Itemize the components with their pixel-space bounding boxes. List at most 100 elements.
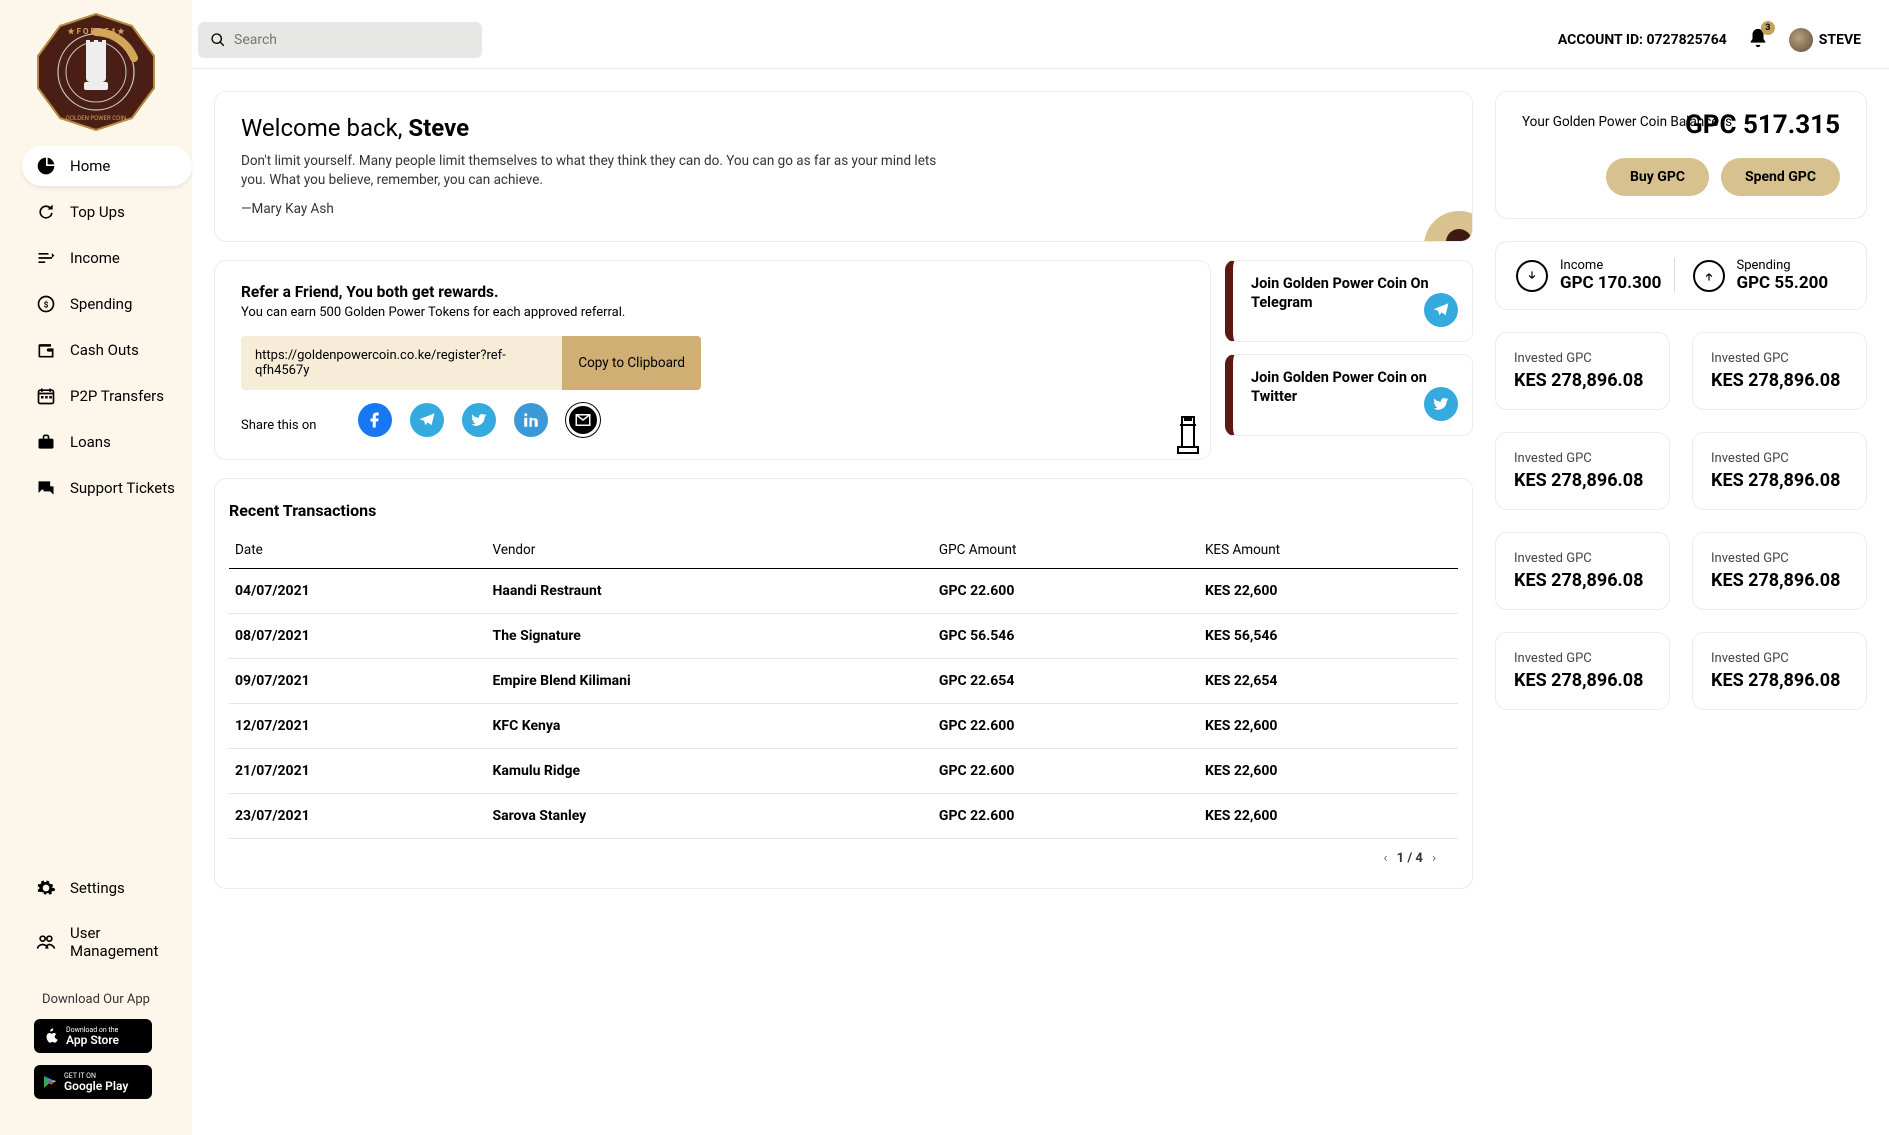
- invested-value: KES 278,896.08: [1514, 470, 1651, 491]
- pager-prev[interactable]: ‹: [1378, 851, 1394, 866]
- income-block: Income GPC 170.300: [1516, 258, 1675, 293]
- nav-support[interactable]: Support Tickets: [22, 468, 192, 508]
- pie-chart-icon: [36, 156, 56, 176]
- invested-label: Invested GPC: [1711, 651, 1848, 666]
- search-box[interactable]: [198, 22, 482, 58]
- table-row[interactable]: 21/07/2021Kamulu RidgeGPC 22.600KES 22,6…: [229, 748, 1458, 793]
- svg-text:$: $: [44, 299, 49, 310]
- referral-url[interactable]: https://goldenpowercoin.co.ke/register?r…: [241, 336, 562, 390]
- googleplay-button[interactable]: GET IT ON Google Play: [34, 1065, 152, 1099]
- twitter-icon: [1432, 395, 1450, 413]
- sort-icon: [36, 248, 56, 268]
- invested-value: KES 278,896.08: [1514, 670, 1651, 691]
- nav-loans[interactable]: Loans: [22, 422, 192, 462]
- download-app-label: Download Our App: [22, 992, 192, 1007]
- telegram-icon: [1432, 301, 1450, 319]
- logo-wrap: ★ F O R 2 5 4 ★ GOLDEN POWER COIN: [0, 6, 192, 146]
- invested-label: Invested GPC: [1514, 551, 1651, 566]
- invested-value: KES 278,896.08: [1711, 570, 1848, 591]
- user-menu[interactable]: STEVE: [1789, 28, 1861, 52]
- join-telegram-card[interactable]: Join Golden Power Coin On Telegram: [1225, 260, 1473, 342]
- share-twitter[interactable]: [462, 403, 496, 437]
- nav-home[interactable]: Home: [22, 146, 192, 186]
- copy-button[interactable]: Copy to Clipboard: [562, 336, 701, 390]
- share-email[interactable]: [566, 403, 600, 437]
- cell-gpc: GPC 22.600: [933, 748, 1199, 793]
- nav-label: Support Tickets: [70, 479, 175, 497]
- table-row[interactable]: 09/07/2021Empire Blend KilimaniGPC 22.65…: [229, 658, 1458, 703]
- refresh-icon: [36, 202, 56, 222]
- pager-next[interactable]: ›: [1426, 851, 1442, 866]
- join-twitter-card[interactable]: Join Golden Power Coin on Twitter: [1225, 354, 1473, 436]
- nav-p2p[interactable]: P2P Transfers: [22, 376, 192, 416]
- gear-icon: [36, 878, 56, 898]
- sidebar: ★ F O R 2 5 4 ★ GOLDEN POWER COIN Home T…: [0, 0, 192, 1135]
- table-row[interactable]: 23/07/2021Sarova StanleyGPC 22.600KES 22…: [229, 793, 1458, 838]
- cell-date: 09/07/2021: [229, 658, 487, 703]
- cell-kes: KES 56,546: [1199, 613, 1458, 658]
- notification-badge: 3: [1761, 21, 1775, 35]
- nav-settings[interactable]: Settings: [22, 868, 192, 908]
- welcome-author: —Mary Kay Ash: [241, 200, 941, 219]
- cell-kes: KES 22,600: [1199, 793, 1458, 838]
- invested-card[interactable]: Invested GPCKES 278,896.08: [1692, 532, 1867, 610]
- nav-label: Cash Outs: [70, 341, 139, 359]
- cell-vendor: Kamulu Ridge: [487, 748, 933, 793]
- cell-kes: KES 22,654: [1199, 658, 1458, 703]
- cell-gpc: GPC 22.600: [933, 703, 1199, 748]
- telegram-button[interactable]: [1424, 293, 1458, 327]
- brand-logo: ★ F O R 2 5 4 ★ GOLDEN POWER COIN: [36, 12, 156, 132]
- welcome-quote: Don't limit yourself. Many people limit …: [241, 152, 941, 190]
- chess-rook-icon: [1174, 411, 1202, 455]
- cell-kes: KES 22,600: [1199, 703, 1458, 748]
- share-facebook[interactable]: [358, 403, 392, 437]
- th-vendor: Vendor: [487, 532, 933, 569]
- main-nav: Home Top Ups Income $ Spending Cash Outs…: [0, 146, 192, 514]
- cell-vendor: Empire Blend Kilimani: [487, 658, 933, 703]
- notifications-button[interactable]: 3: [1747, 27, 1769, 53]
- table-row[interactable]: 04/07/2021Haandi RestrauntGPC 22.600KES …: [229, 568, 1458, 613]
- users-icon: [36, 932, 56, 952]
- cell-gpc: GPC 22.600: [933, 568, 1199, 613]
- table-row[interactable]: 08/07/2021The SignatureGPC 56.546KES 56,…: [229, 613, 1458, 658]
- search-input[interactable]: [234, 32, 470, 48]
- search-icon: [210, 32, 226, 48]
- share-linkedin[interactable]: [514, 403, 548, 437]
- invested-value: KES 278,896.08: [1711, 670, 1848, 691]
- invested-card[interactable]: Invested GPCKES 278,896.08: [1495, 432, 1670, 510]
- referral-link-row: https://goldenpowercoin.co.ke/register?r…: [241, 336, 701, 390]
- invested-grid: Invested GPC KES 278,896.08 Invested GPC KE…: [1495, 332, 1867, 710]
- account-id: ACCOUNT ID: 0727825764: [1558, 32, 1727, 48]
- nav-income[interactable]: Income: [22, 238, 192, 278]
- nav-topups[interactable]: Top Ups: [22, 192, 192, 232]
- cell-vendor: Sarova Stanley: [487, 793, 933, 838]
- invested-card[interactable]: Invested GPC KES 278,896.08: [1495, 632, 1670, 710]
- invested-value: KES 278,896.08: [1514, 570, 1651, 591]
- buy-gpc-button[interactable]: Buy GPC: [1606, 158, 1709, 196]
- nav-label: User Management: [70, 924, 178, 960]
- invested-label: Invested GPC: [1514, 651, 1651, 666]
- share-telegram[interactable]: [410, 403, 444, 437]
- cell-kes: KES 22,600: [1199, 748, 1458, 793]
- invested-card[interactable]: Invested GPC KES 278,896.08: [1692, 632, 1867, 710]
- appstore-big: App Store: [66, 1034, 119, 1046]
- income-value: GPC 170.300: [1560, 273, 1661, 293]
- nav-label: Income: [70, 249, 120, 267]
- invested-value: KES 278,896.08: [1711, 370, 1848, 391]
- invested-card[interactable]: Invested GPCKES 278,896.08: [1495, 332, 1670, 410]
- nav-user-management[interactable]: User Management: [22, 914, 192, 970]
- nav-cashouts[interactable]: Cash Outs: [22, 330, 192, 370]
- invested-card[interactable]: Invested GPCKES 278,896.08: [1692, 432, 1867, 510]
- cell-date: 21/07/2021: [229, 748, 487, 793]
- invested-card[interactable]: Invested GPCKES 278,896.08: [1692, 332, 1867, 410]
- nav-spending[interactable]: $ Spending: [22, 284, 192, 324]
- spend-gpc-button[interactable]: Spend GPC: [1721, 158, 1840, 196]
- appstore-button[interactable]: Download on the App Store: [34, 1019, 152, 1053]
- invested-value: KES 278,896.08: [1514, 370, 1651, 391]
- twitter-button[interactable]: [1424, 387, 1458, 421]
- decorative-ring: [1424, 211, 1473, 242]
- table-row[interactable]: 12/07/2021KFC KenyaGPC 22.600KES 22,600: [229, 703, 1458, 748]
- invested-card[interactable]: Invested GPC KES 278,896.08: [1495, 532, 1670, 610]
- th-date: Date: [229, 532, 487, 569]
- spending-block: Spending GPC 55.200: [1693, 258, 1847, 293]
